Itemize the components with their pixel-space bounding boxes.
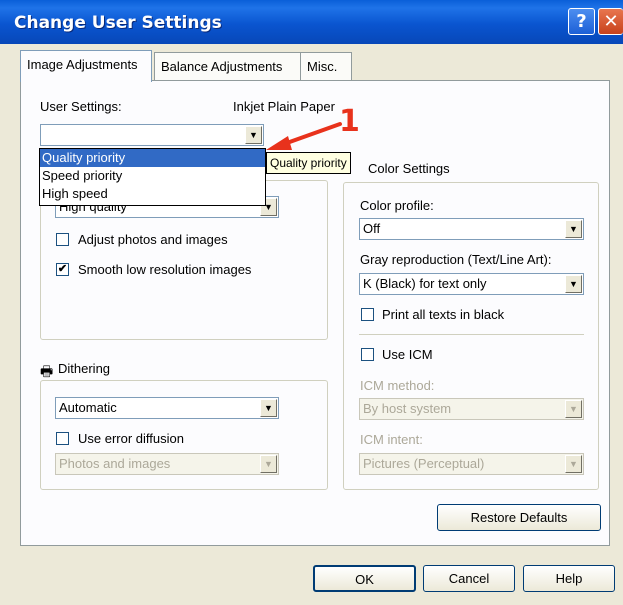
tab-balance-adjustments[interactable]: Balance Adjustments xyxy=(154,52,316,80)
print-black-label: Print all texts in black xyxy=(382,307,505,322)
error-diffusion-label: Use error diffusion xyxy=(78,431,184,446)
icm-method-select: By host system ▼ xyxy=(359,398,584,420)
tab-image-adjustments[interactable]: Image Adjustments xyxy=(20,50,152,82)
color-profile-select[interactable]: Off ▼ xyxy=(359,218,584,240)
help-title-button[interactable]: ? xyxy=(568,8,595,35)
dithering-secondary-value: Photos and images xyxy=(59,456,171,471)
color-profile-label: Color profile: xyxy=(360,198,434,213)
tab-misc[interactable]: Misc. xyxy=(300,52,352,80)
ok-button[interactable]: OK xyxy=(313,565,416,592)
close-button[interactable]: ✕ xyxy=(598,8,623,35)
user-settings-select[interactable]: ▼ xyxy=(40,124,264,146)
cancel-button[interactable]: Cancel xyxy=(423,565,515,592)
option-speed-priority[interactable]: Speed priority xyxy=(40,167,265,185)
dithering-title: Dithering xyxy=(58,361,111,376)
option-quality-priority[interactable]: Quality priority xyxy=(40,149,265,167)
window-title: Change User Settings xyxy=(14,13,222,33)
chevron-down-icon[interactable]: ▼ xyxy=(565,220,582,238)
smooth-images-label: Smooth low resolution images xyxy=(78,262,252,277)
dithering-select[interactable]: Automatic ▼ xyxy=(55,397,279,419)
gray-reproduction-label: Gray reproduction (Text/Line Art): xyxy=(360,252,552,267)
gray-reproduction-value: K (Black) for text only xyxy=(363,276,487,291)
use-icm-label: Use ICM xyxy=(382,347,433,362)
dithering-secondary-select: Photos and images ▼ xyxy=(55,453,279,475)
chevron-down-icon[interactable]: ▼ xyxy=(245,126,262,144)
chevron-down-icon[interactable]: ▼ xyxy=(260,399,277,417)
option-high-speed[interactable]: High speed xyxy=(40,185,265,203)
icm-intent-label: ICM intent: xyxy=(360,432,423,447)
chevron-down-icon: ▼ xyxy=(260,455,277,473)
print-black-checkbox[interactable] xyxy=(361,308,374,321)
icm-method-value: By host system xyxy=(363,401,452,416)
divider xyxy=(359,334,584,335)
icm-intent-select: Pictures (Perceptual) ▼ xyxy=(359,453,584,475)
gray-reproduction-select[interactable]: K (Black) for text only ▼ xyxy=(359,273,584,295)
chevron-down-icon: ▼ xyxy=(565,455,582,473)
adjust-photos-label: Adjust photos and images xyxy=(78,232,228,247)
help-button[interactable]: Help xyxy=(523,565,615,592)
adjust-photos-checkbox[interactable] xyxy=(56,233,69,246)
smooth-images-checkbox[interactable]: ✔ xyxy=(56,263,69,276)
color-profile-value: Off xyxy=(363,221,381,236)
error-diffusion-checkbox[interactable] xyxy=(56,432,69,445)
restore-defaults-button[interactable]: Restore Defaults xyxy=(437,504,601,531)
annotation-number: 1 xyxy=(339,104,360,139)
user-settings-dropdown-list: Quality priority Speed priority High spe… xyxy=(39,148,266,206)
title-bar[interactable]: Change User Settings ? ✕ xyxy=(0,0,623,44)
icm-method-label: ICM method: xyxy=(360,378,435,393)
user-settings-label: User Settings: xyxy=(40,99,122,114)
color-settings-title: Color Settings xyxy=(368,161,450,176)
use-icm-checkbox[interactable] xyxy=(361,348,374,361)
change-user-settings-dialog: Change User Settings ? ✕ Image Adjustmen… xyxy=(0,0,623,605)
icm-intent-value: Pictures (Perceptual) xyxy=(363,456,485,471)
chevron-down-icon[interactable]: ▼ xyxy=(565,275,582,293)
chevron-down-icon: ▼ xyxy=(565,400,582,418)
dithering-select-value: Automatic xyxy=(59,400,117,415)
